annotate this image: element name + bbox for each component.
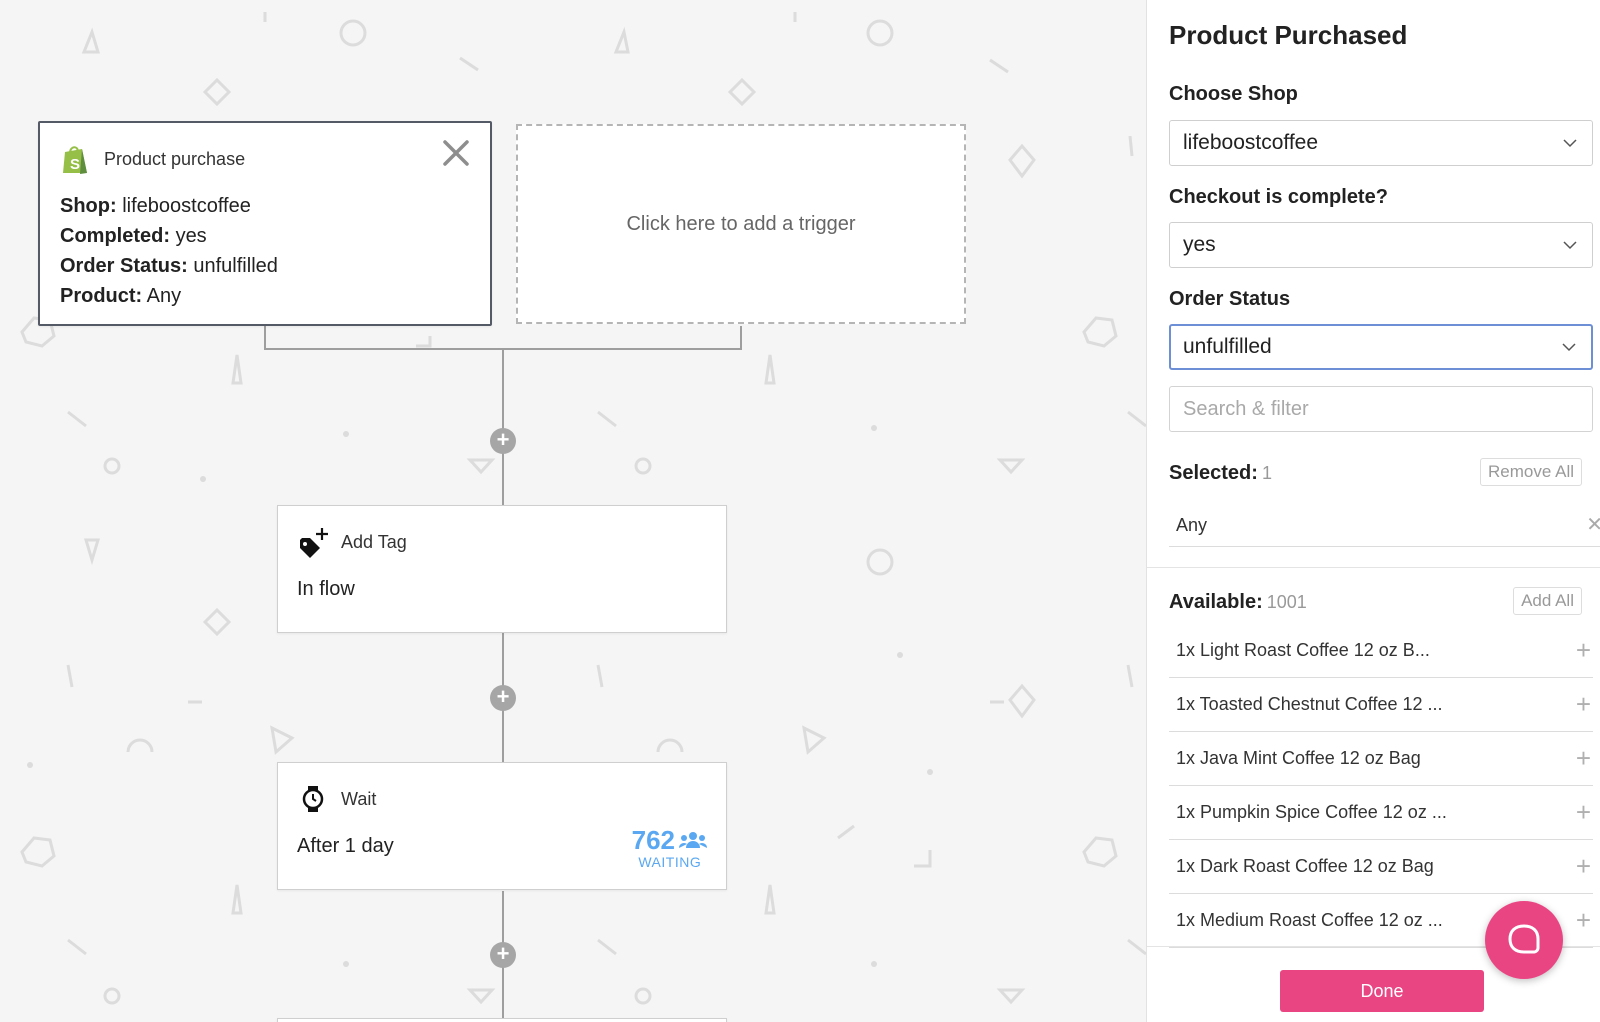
waiting-counter[interactable]: 762 WAITING <box>632 825 708 870</box>
step-card-wait[interactable]: Wait After 1 day 762 WAITING <box>277 762 727 890</box>
add-trigger-label: Click here to add a trigger <box>626 212 856 235</box>
step-header: Wait <box>297 783 376 815</box>
available-item-label: 1x Java Mint Coffee 12 oz Bag <box>1176 748 1421 768</box>
available-item[interactable]: 1x Pumpkin Spice Coffee 12 oz ... + <box>1169 786 1593 840</box>
add-item-icon[interactable]: + <box>1576 678 1591 730</box>
step-detail: After 1 day <box>297 835 394 857</box>
available-item[interactable]: 1x Java Mint Coffee 12 oz Bag + <box>1169 732 1593 786</box>
checkout-complete-value: yes <box>1183 233 1216 256</box>
selected-item-label: Any <box>1176 515 1208 535</box>
trigger-settings-panel: Product Purchased Choose Shop lifeboostc… <box>1146 0 1600 1022</box>
add-trigger-button[interactable]: Click here to add a trigger <box>516 124 966 324</box>
add-item-icon[interactable]: + <box>1576 840 1591 892</box>
stopwatch-icon <box>302 786 324 812</box>
selected-header: Selected: 1 <box>1169 462 1272 485</box>
step-title: Add Tag <box>341 531 407 552</box>
trigger-join-line <box>740 326 742 350</box>
available-header: Available: 1001 <box>1169 591 1307 614</box>
chat-launcher-button[interactable] <box>1485 901 1563 979</box>
choose-shop-label: Choose Shop <box>1169 83 1298 105</box>
tag-add-icon <box>300 528 328 558</box>
chat-bubble-icon <box>1508 924 1540 954</box>
available-label: Available: <box>1169 591 1263 613</box>
remove-all-button[interactable]: Remove All <box>1480 458 1582 486</box>
step-title: Wait <box>341 788 377 809</box>
chevron-down-icon <box>1563 241 1577 250</box>
selected-item: Any ✕ <box>1169 505 1600 547</box>
step-header: Add Tag <box>297 526 407 558</box>
waiting-label: WAITING <box>638 854 702 870</box>
order-status-label: Order Status <box>1169 288 1291 310</box>
step-card-next[interactable] <box>277 1018 727 1022</box>
shopify-icon: S <box>63 146 87 174</box>
add-item-icon[interactable]: + <box>1576 624 1591 676</box>
available-item[interactable]: 1x Light Roast Coffee 12 oz B... + <box>1169 624 1593 678</box>
trigger-properties: Shop: lifeboostcoffee Completed: yes Ord… <box>60 191 278 311</box>
checkout-complete-select[interactable]: yes <box>1169 222 1593 268</box>
section-divider <box>1147 567 1600 568</box>
choose-shop-value: lifeboostcoffee <box>1183 131 1319 154</box>
done-button[interactable]: Done <box>1280 970 1484 1012</box>
add-step-button[interactable]: + <box>490 942 516 968</box>
checkout-complete-label: Checkout is complete? <box>1169 186 1388 208</box>
step-detail: In flow <box>297 578 355 600</box>
trigger-prop-order-status: Order Status: unfulfilled <box>60 255 278 277</box>
trigger-card-header: S Product purchase <box>60 143 245 175</box>
add-all-button[interactable]: Add All <box>1513 587 1582 615</box>
trigger-prop-shop: Shop: lifeboostcoffee <box>60 195 251 217</box>
search-filter-input[interactable] <box>1169 386 1593 432</box>
step-card-add-tag[interactable]: Add Tag In flow <box>277 505 727 633</box>
trigger-title: Product purchase <box>104 148 246 169</box>
people-icon <box>679 831 707 848</box>
available-count: 1001 <box>1266 592 1307 612</box>
waiting-count-row: 762 <box>632 825 708 856</box>
trigger-prop-product: Product: Any <box>60 285 182 307</box>
order-status-value: unfulfilled <box>1183 335 1272 358</box>
trigger-prop-completed: Completed: yes <box>60 225 207 247</box>
available-item-label: 1x Toasted Chestnut Coffee 12 ... <box>1176 694 1443 714</box>
add-step-button[interactable]: + <box>490 428 516 454</box>
available-item-label: 1x Pumpkin Spice Coffee 12 oz ... <box>1176 802 1447 822</box>
choose-shop-select[interactable]: lifeboostcoffee <box>1169 120 1593 166</box>
trigger-join-line <box>264 326 266 350</box>
selected-label: Selected: <box>1169 462 1258 484</box>
order-status-select[interactable]: unfulfilled <box>1169 324 1593 370</box>
available-item[interactable]: 1x Toasted Chestnut Coffee 12 ... + <box>1169 678 1593 732</box>
add-step-button[interactable]: + <box>490 685 516 711</box>
available-item[interactable]: 1x Dark Roast Coffee 12 oz Bag + <box>1169 840 1593 894</box>
add-item-icon[interactable]: + <box>1576 732 1591 784</box>
panel-title: Product Purchased <box>1169 20 1408 50</box>
available-item-label: 1x Dark Roast Coffee 12 oz Bag <box>1176 856 1434 876</box>
trigger-card[interactable]: S Product purchase Shop: lifeboostcoffee… <box>38 121 492 326</box>
selected-count: 1 <box>1261 463 1272 483</box>
available-list[interactable]: 1x Light Roast Coffee 12 oz B... + 1x Toa… <box>1169 624 1593 948</box>
add-item-icon[interactable]: + <box>1576 786 1591 838</box>
available-item-label: 1x Medium Roast Coffee 12 oz ... <box>1176 910 1443 930</box>
remove-item-icon[interactable]: ✕ <box>1586 505 1600 545</box>
available-item-label: 1x Light Roast Coffee 12 oz B... <box>1176 640 1430 660</box>
svg-text:S: S <box>70 156 80 173</box>
close-icon[interactable] <box>440 137 472 169</box>
waiting-count: 762 <box>631 825 675 855</box>
chevron-down-icon <box>1562 343 1576 352</box>
add-item-icon[interactable]: + <box>1576 894 1591 946</box>
chevron-down-icon <box>1563 139 1577 148</box>
flow-canvas[interactable]: + + + S Product purchase Shop: lifeboost… <box>0 0 1146 1022</box>
